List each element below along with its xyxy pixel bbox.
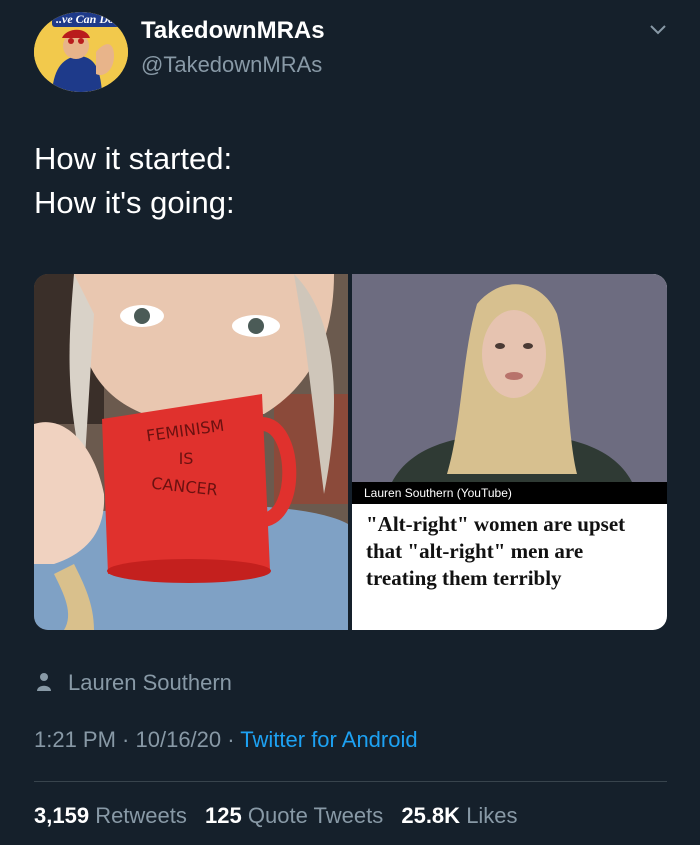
- meta-separator: ·: [221, 727, 241, 752]
- tweet-source-link[interactable]: Twitter for Android: [240, 727, 417, 752]
- meta-separator: ·: [115, 727, 136, 752]
- person-icon: [37, 673, 51, 691]
- tweet-header: ..ve Can Do I.. TakedownMRAs @TakedownMR…: [0, 0, 700, 110]
- divider: [34, 781, 667, 782]
- video-still: [352, 274, 667, 482]
- author-handle[interactable]: @TakedownMRAs: [141, 52, 322, 78]
- tweet-line: How it started:: [34, 141, 233, 176]
- article-headline[interactable]: "Alt-right" women are upset that "alt-ri…: [366, 511, 656, 592]
- media-image-article[interactable]: Lauren Southern (YouTube) "Alt-right" wo…: [352, 274, 667, 630]
- tweet-time[interactable]: 1:21 PM: [34, 727, 116, 752]
- quote-tweets-count: 125: [205, 803, 242, 828]
- tweet-stats: 3,159 Retweets 125 Quote Tweets 25.8K Li…: [34, 803, 530, 829]
- likes-stat[interactable]: 25.8K Likes: [401, 803, 517, 828]
- retweets-count: 3,159: [34, 803, 90, 828]
- quote-tweets-label: Quote Tweets: [247, 803, 384, 828]
- mug-text-line-2: IS: [179, 449, 194, 468]
- author-display-name[interactable]: TakedownMRAs: [141, 17, 325, 45]
- likes-count: 25.8K: [401, 803, 461, 828]
- retweets-label: Retweets: [95, 803, 187, 828]
- tweet-meta: 1:21 PM · 10/16/20 · Twitter for Android: [34, 727, 418, 753]
- article-caption: Lauren Southern (YouTube): [352, 482, 667, 504]
- tweet-date[interactable]: 10/16/20: [136, 727, 222, 752]
- mug-photo: FEMINISM IS CANCER: [34, 274, 348, 630]
- chevron-down-icon[interactable]: [648, 20, 668, 40]
- tweet-line: How it's going:: [34, 185, 235, 220]
- likes-label: Likes: [466, 803, 518, 828]
- media-grid[interactable]: FEMINISM IS CANCER Lauren Southern (YouT…: [34, 274, 667, 630]
- tagged-person-label[interactable]: Lauren Southern: [68, 670, 232, 696]
- quote-tweets-stat[interactable]: 125 Quote Tweets: [205, 803, 383, 828]
- avatar[interactable]: ..ve Can Do I..: [34, 12, 128, 92]
- tweet-text: How it started: How it's going:: [34, 137, 235, 225]
- media-image-mug[interactable]: FEMINISM IS CANCER: [34, 274, 348, 630]
- retweets-stat[interactable]: 3,159 Retweets: [34, 803, 187, 828]
- avatar-banner-text: ..ve Can Do I..: [52, 12, 128, 27]
